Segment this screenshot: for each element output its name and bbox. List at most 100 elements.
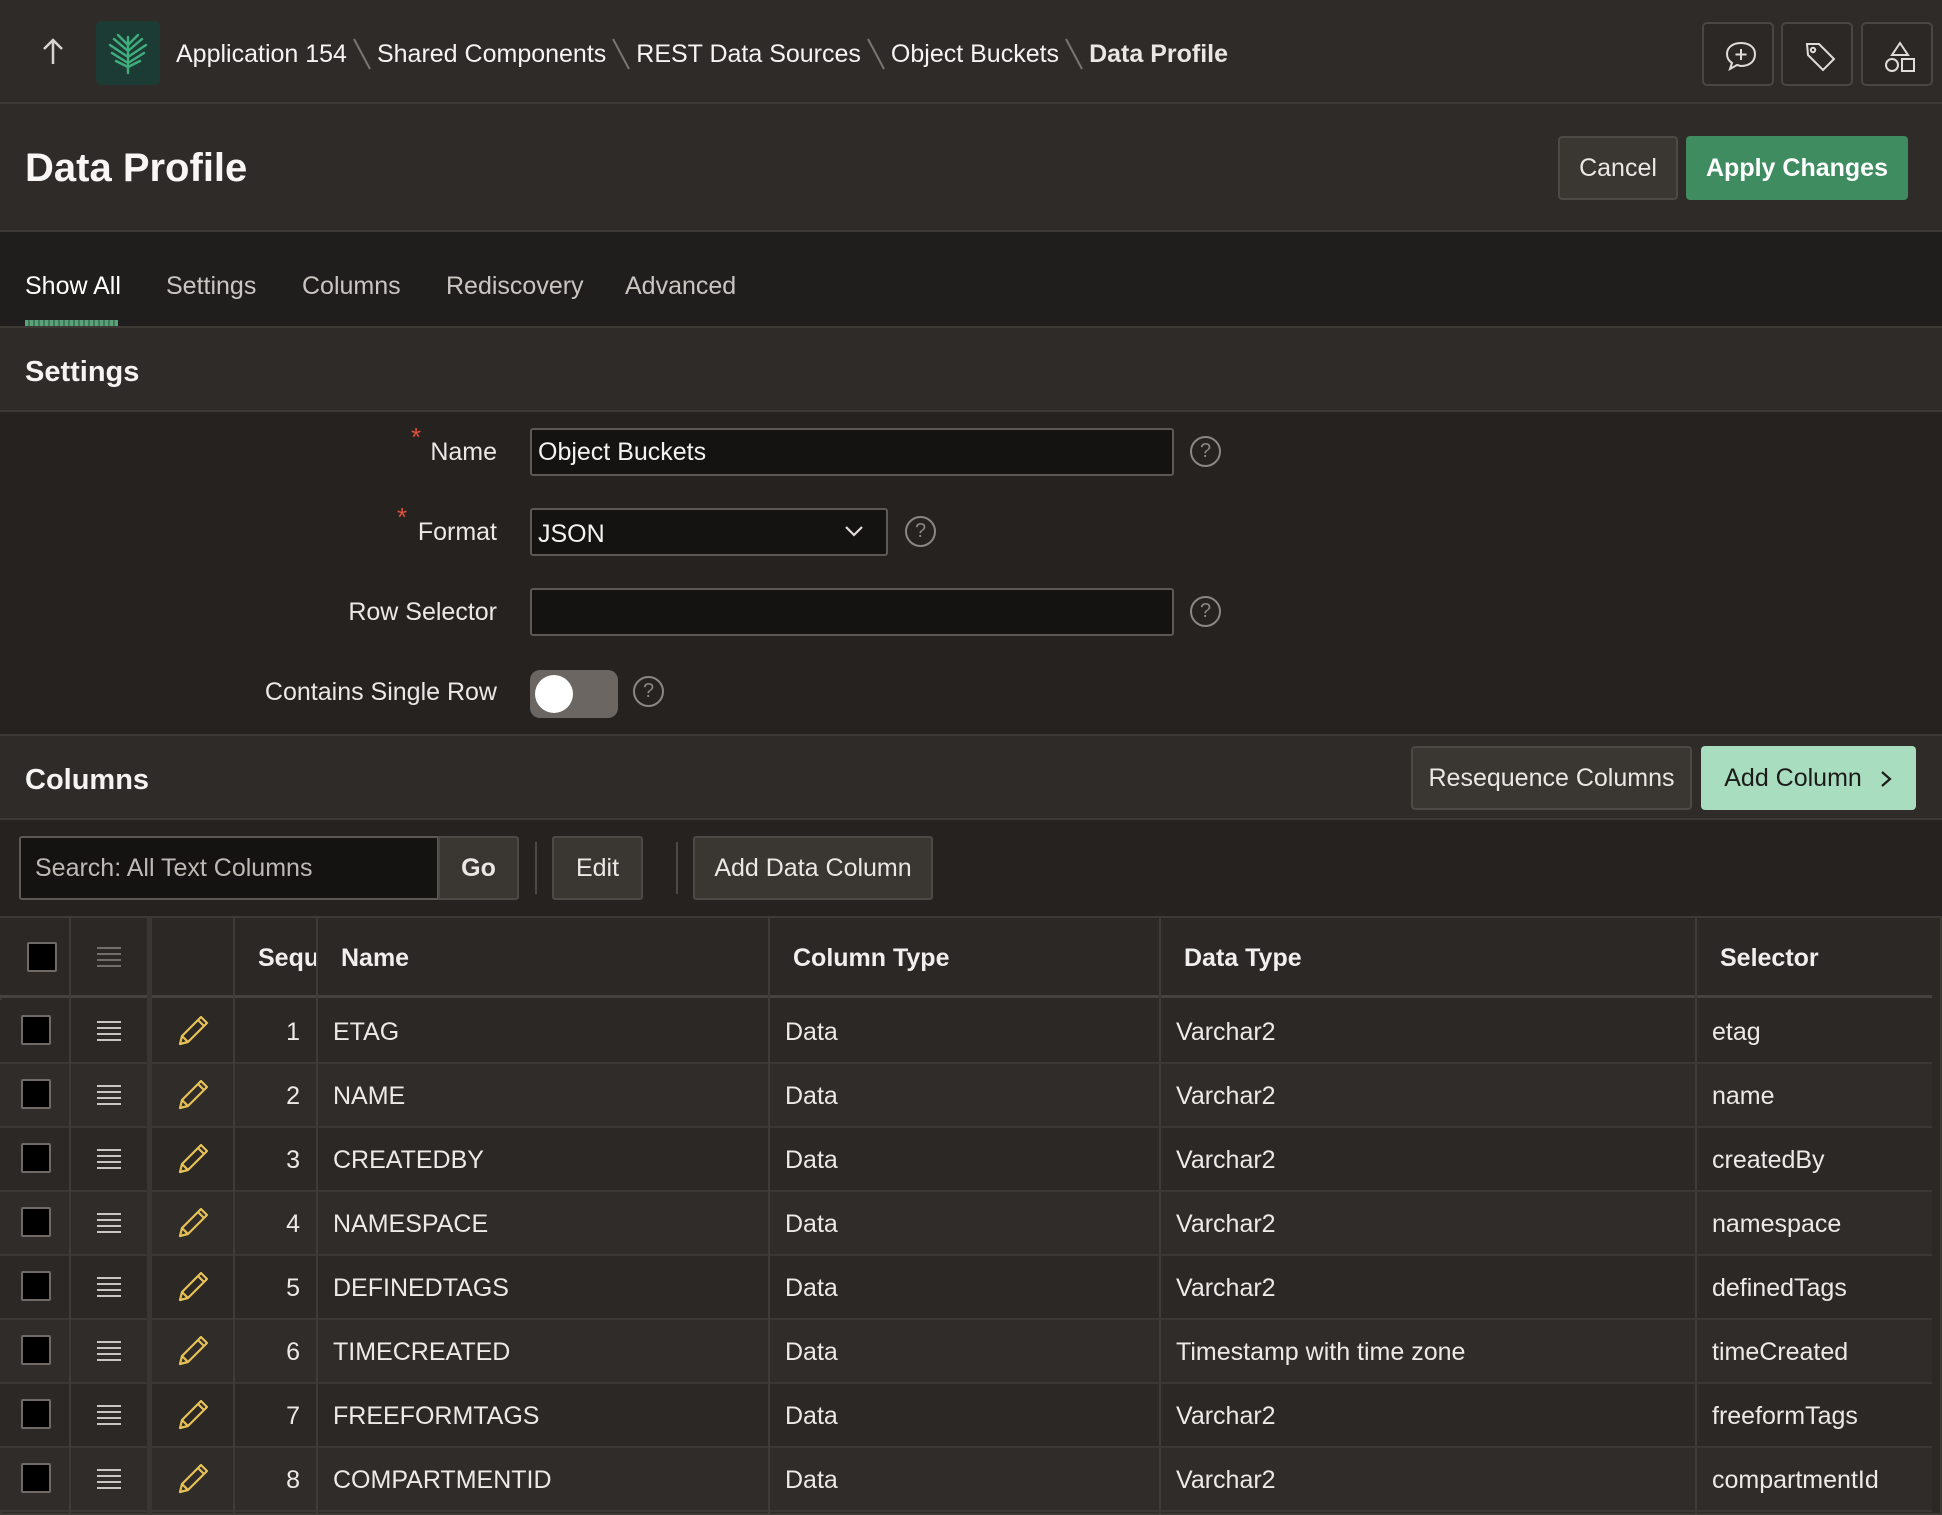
table-row[interactable]: 7 FREEFORMTAGS Data Varchar2 freeformTags <box>0 1384 1932 1448</box>
row-actions-menu-icon[interactable] <box>96 1148 122 1170</box>
edit-pencil-icon[interactable] <box>176 1334 210 1368</box>
settings-form: * Name ? * Format JSON ? Row Selector ? … <box>0 412 1942 736</box>
cell-data-type: Varchar2 <box>1176 1466 1276 1494</box>
select-all-checkbox[interactable] <box>27 942 57 972</box>
toolbar-divider <box>535 842 537 894</box>
edit-pencil-icon[interactable] <box>176 1142 210 1176</box>
table-row[interactable]: 4 NAMESPACE Data Varchar2 namespace <box>0 1192 1932 1256</box>
row-checkbox[interactable] <box>21 1079 51 1109</box>
row-actions-menu-icon[interactable] <box>96 1212 122 1234</box>
name-help-icon[interactable]: ? <box>1190 436 1221 467</box>
tag-icon <box>1805 43 1836 72</box>
add-column-button[interactable]: Add Column <box>1701 746 1916 810</box>
row-selector-help-icon[interactable]: ? <box>1190 596 1221 627</box>
add-column-label: Add Column <box>1724 763 1862 792</box>
column-divider <box>1695 918 1697 1515</box>
page-title: Data Profile <box>25 146 248 190</box>
tab-rediscovery[interactable]: Rediscovery <box>446 272 584 301</box>
row-checkbox[interactable] <box>21 1335 51 1365</box>
breadcrumb-application[interactable]: Application 154 <box>176 40 347 69</box>
cell-name: TIMECREATED <box>333 1338 511 1366</box>
single-row-toggle[interactable] <box>530 670 618 718</box>
header-seq[interactable]: Sequ <box>258 944 319 973</box>
header-column-type[interactable]: Column Type <box>793 944 949 973</box>
top-navigation-bar: Application 154 Shared Components REST D… <box>0 0 1942 104</box>
row-checkbox[interactable] <box>21 1015 51 1045</box>
tab-advanced[interactable]: Advanced <box>625 272 736 301</box>
row-checkbox[interactable] <box>21 1271 51 1301</box>
row-actions-menu-icon[interactable] <box>96 1340 122 1362</box>
feedback-button[interactable] <box>1702 22 1774 86</box>
cell-column-type: Data <box>785 1082 838 1110</box>
edit-pencil-icon[interactable] <box>176 1206 210 1240</box>
table-row[interactable]: 1 ETAG Data Varchar2 etag <box>0 1000 1932 1064</box>
settings-heading: Settings <box>25 356 140 388</box>
cell-selector: timeCreated <box>1712 1338 1849 1366</box>
header-data-type[interactable]: Data Type <box>1184 944 1302 973</box>
tab-columns[interactable]: Columns <box>302 272 401 301</box>
table-row[interactable]: 2 NAME Data Varchar2 name <box>0 1064 1932 1128</box>
cell-selector: compartmentId <box>1712 1466 1879 1494</box>
row-actions-menu-icon[interactable] <box>96 1468 122 1490</box>
column-divider <box>316 918 318 1515</box>
edit-pencil-icon[interactable] <box>176 1398 210 1432</box>
go-button[interactable]: Go <box>438 836 519 900</box>
cell-column-type: Data <box>785 1018 838 1046</box>
edit-pencil-icon[interactable] <box>176 1014 210 1048</box>
breadcrumb-current: Data Profile <box>1089 39 1228 68</box>
row-actions-menu-icon[interactable] <box>96 1276 122 1298</box>
header-name[interactable]: Name <box>341 944 409 973</box>
breadcrumb-object-buckets[interactable]: Object Buckets <box>891 40 1059 69</box>
edit-button[interactable]: Edit <box>552 836 643 900</box>
table-row[interactable]: 3 CREATEDBY Data Varchar2 createdBy <box>0 1128 1932 1192</box>
cell-selector: name <box>1712 1082 1775 1110</box>
format-help-icon[interactable]: ? <box>905 516 936 547</box>
breadcrumb-rest-data-sources[interactable]: REST Data Sources <box>636 40 861 69</box>
breadcrumb-separator <box>612 38 631 70</box>
name-label: Name <box>430 438 497 466</box>
name-input[interactable] <box>530 428 1174 476</box>
page-title-bar: Data Profile Cancel Apply Changes <box>0 104 1942 232</box>
breadcrumb-shared-components[interactable]: Shared Components <box>377 40 606 69</box>
cancel-button[interactable]: Cancel <box>1558 136 1678 200</box>
tab-settings[interactable]: Settings <box>166 272 256 301</box>
format-select[interactable]: JSON <box>530 508 888 556</box>
cell-seq: 1 <box>286 1018 300 1046</box>
row-checkbox[interactable] <box>21 1143 51 1173</box>
cell-name: NAME <box>333 1082 406 1110</box>
row-checkbox[interactable] <box>21 1463 51 1493</box>
edit-pencil-icon[interactable] <box>176 1462 210 1496</box>
breadcrumb: Application 154 Shared Components REST D… <box>176 34 1228 74</box>
cell-seq: 5 <box>286 1274 300 1302</box>
header-menu-icon[interactable] <box>96 946 122 968</box>
tab-show-all[interactable]: Show All <box>25 272 121 301</box>
row-checkbox[interactable] <box>21 1399 51 1429</box>
tag-button[interactable] <box>1781 22 1853 86</box>
search-input[interactable] <box>19 836 439 900</box>
chevron-right-icon <box>1881 770 1892 787</box>
row-checkbox[interactable] <box>21 1207 51 1237</box>
shared-components-button[interactable] <box>1861 22 1933 86</box>
apply-changes-button[interactable]: Apply Changes <box>1686 136 1908 200</box>
row-actions-menu-icon[interactable] <box>96 1404 122 1426</box>
edit-pencil-icon[interactable] <box>176 1078 210 1112</box>
row-actions-menu-icon[interactable] <box>96 1084 122 1106</box>
table-row[interactable]: 6 TIMECREATED Data Timestamp with time zone… <box>0 1320 1932 1384</box>
column-divider <box>768 918 770 1515</box>
app-logo-icon[interactable] <box>96 21 160 85</box>
table-row[interactable]: 8 COMPARTMENTID Data Varchar2 compartmentId <box>0 1448 1932 1512</box>
cell-data-type: Timestamp with time zone <box>1176 1338 1466 1366</box>
table-row[interactable]: 5 DEFINEDTAGS Data Varchar2 definedTags <box>0 1256 1932 1320</box>
edit-pencil-icon[interactable] <box>176 1270 210 1304</box>
up-arrow-icon[interactable] <box>38 36 68 68</box>
row-actions-menu-icon[interactable] <box>96 1020 122 1042</box>
cell-data-type: Varchar2 <box>1176 1210 1276 1238</box>
add-data-column-button[interactable]: Add Data Column <box>693 836 933 900</box>
cell-column-type: Data <box>785 1402 838 1430</box>
row-selector-input[interactable] <box>530 588 1174 636</box>
header-selector[interactable]: Selector <box>1720 944 1819 973</box>
format-selected-value: JSON <box>538 520 605 548</box>
single-row-help-icon[interactable]: ? <box>633 676 664 707</box>
resequence-columns-button[interactable]: Resequence Columns <box>1411 746 1692 810</box>
shapes-icon <box>1885 41 1915 72</box>
